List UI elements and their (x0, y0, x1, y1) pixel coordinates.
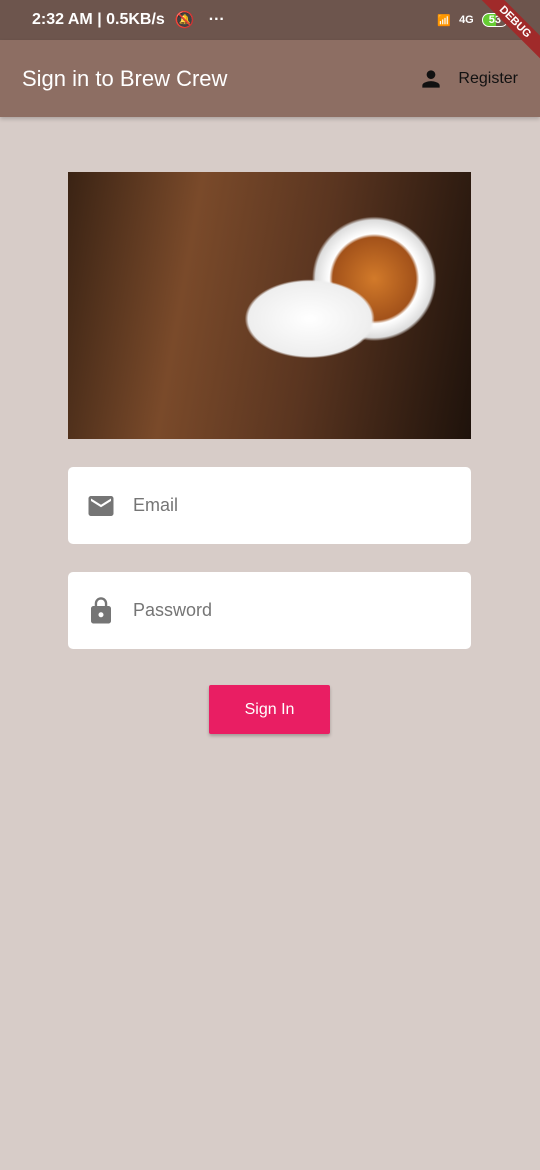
person-icon (422, 69, 441, 88)
register-label: Register (458, 69, 518, 87)
wifi-icon: 📶 (437, 14, 452, 27)
app-bar: Sign in to Brew Crew Register (0, 40, 540, 117)
email-field[interactable] (68, 467, 471, 544)
password-input[interactable] (133, 600, 433, 621)
password-field[interactable] (68, 572, 471, 649)
coffee-image (68, 172, 471, 439)
sign-in-button[interactable]: Sign In (209, 685, 330, 734)
bell-off-icon: 🔕 (174, 12, 195, 29)
network-type: 4G (459, 14, 474, 26)
page-title: Sign in to Brew Crew (22, 65, 228, 91)
lock-icon (91, 596, 111, 623)
status-bar: 2:32 AM | 0.5KB/s 🔕 ··· 📶 4G 53 (0, 0, 540, 40)
email-icon (88, 495, 114, 516)
more-dots-icon: ··· (208, 11, 225, 28)
register-button[interactable]: Register (418, 66, 518, 92)
email-input[interactable] (133, 495, 433, 516)
status-time: 2:32 AM | 0.5KB/s (32, 11, 165, 28)
